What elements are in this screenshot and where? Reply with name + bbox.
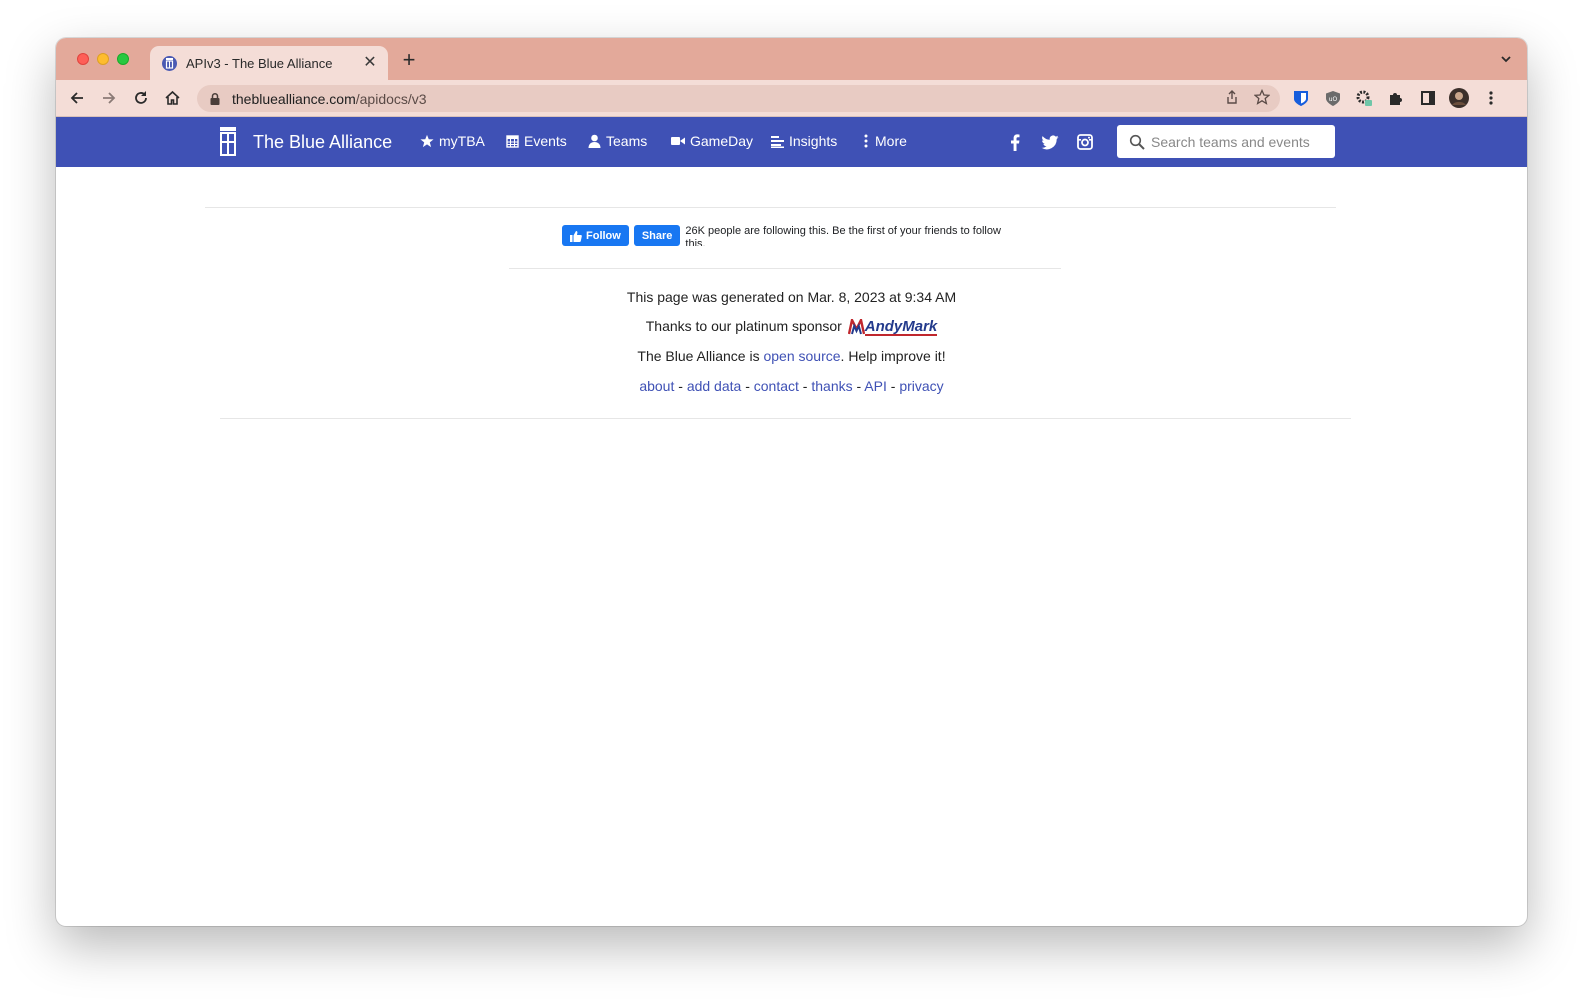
open-source-line: The Blue Alliance is open source. Help i…: [56, 348, 1527, 364]
back-button[interactable]: [67, 88, 87, 108]
footer-link-add-data[interactable]: add data: [687, 378, 742, 394]
thumbs-up-icon: [570, 230, 582, 242]
tab-strip: APIv3 - The Blue Alliance ✕ +: [56, 38, 1527, 80]
facebook-plugin: Follow Share 26K people are following th…: [562, 225, 1003, 246]
bars-icon: [771, 135, 784, 148]
footer-link-about[interactable]: about: [639, 378, 674, 394]
bookmark-star-icon[interactable]: [1254, 89, 1270, 105]
svg-text:uO: uO: [1329, 96, 1338, 103]
brand-title: The Blue Alliance: [253, 131, 393, 152]
new-tab-button[interactable]: +: [398, 49, 420, 71]
tba-logo-icon: [220, 127, 236, 156]
footer-link-thanks[interactable]: thanks: [811, 378, 852, 394]
browser-toolbar: thebluealliance.com/apidocs/v3 uO: [56, 80, 1527, 117]
site-navbar: The Blue Alliance myTBA Events Teams Gam…: [56, 117, 1527, 167]
reload-icon: [135, 91, 147, 104]
tab-close-icon[interactable]: ✕: [362, 55, 378, 71]
footer-separator: -: [798, 378, 812, 394]
ublock-extension-icon[interactable]: uO: [1323, 88, 1343, 108]
side-panel-icon[interactable]: [1418, 88, 1438, 108]
tab-title: APIv3 - The Blue Alliance: [186, 55, 333, 71]
footer-separator: -: [674, 378, 687, 394]
tab-search-chevron-icon[interactable]: [1499, 52, 1513, 66]
footer-link-privacy[interactable]: privacy: [899, 378, 943, 394]
nav-insights[interactable]: Insights: [771, 133, 837, 149]
gear-extension-icon[interactable]: [1354, 88, 1374, 108]
browser-tab-active[interactable]: APIv3 - The Blue Alliance ✕: [150, 46, 388, 80]
minimize-window-button[interactable]: [97, 53, 109, 65]
divider-bottom: [220, 418, 1351, 419]
browser-window: APIv3 - The Blue Alliance ✕ + theblueall…: [56, 38, 1527, 926]
star-icon: [420, 134, 434, 148]
nav-mytba-label: myTBA: [439, 133, 485, 149]
forward-arrow-icon: [103, 92, 116, 104]
sponsor-prefix: Thanks to our platinum sponsor: [645, 318, 842, 334]
search-input[interactable]: [1151, 133, 1331, 150]
andymark-logo-icon: [847, 319, 865, 335]
andymark-sponsor-link[interactable]: AndyMark: [847, 317, 938, 336]
divider-top: [205, 207, 1336, 208]
instagram-icon: [1077, 134, 1093, 150]
footer-separator: -: [852, 378, 865, 394]
twitter-link[interactable]: [1040, 132, 1060, 152]
facebook-link[interactable]: [1005, 132, 1025, 152]
profile-avatar[interactable]: [1449, 88, 1469, 108]
footer-separator: -: [886, 378, 900, 394]
zoom-window-button[interactable]: [117, 53, 129, 65]
footer-link-api[interactable]: API: [864, 378, 887, 394]
facebook-follow-button[interactable]: Follow: [562, 225, 629, 246]
instagram-link[interactable]: [1075, 132, 1095, 152]
open-source-prefix: The Blue Alliance is: [637, 348, 764, 364]
nav-teams[interactable]: Teams: [588, 133, 647, 149]
open-source-suffix: . Help improve it!: [840, 348, 946, 364]
search-icon: [1129, 134, 1145, 150]
share-icon[interactable]: [1224, 89, 1240, 105]
nav-gameday-label: GameDay: [690, 133, 754, 149]
user-icon: [588, 134, 601, 148]
facebook-follow-text: 26K people are following this. Be the fi…: [685, 225, 1001, 246]
video-icon: [671, 137, 685, 145]
nav-events[interactable]: Events: [506, 133, 567, 149]
divider-middle: [509, 268, 1061, 269]
open-source-link[interactable]: open source: [763, 348, 840, 364]
facebook-share-label: Share: [641, 229, 673, 242]
footer-links: about - add data - contact - thanks - AP…: [56, 378, 1527, 394]
nav-gameday[interactable]: GameDay: [671, 133, 753, 149]
footer-separator: -: [741, 378, 754, 394]
reload-button[interactable]: [131, 88, 151, 108]
lock-icon: [210, 92, 220, 105]
bitwarden-extension-icon[interactable]: [1291, 88, 1311, 108]
nav-events-label: Events: [524, 133, 567, 149]
close-window-button[interactable]: [77, 53, 89, 65]
nav-more-label: More: [875, 133, 907, 149]
andymark-name: AndyMark: [864, 317, 938, 336]
forward-button[interactable]: [99, 88, 119, 108]
nav-teams-label: Teams: [606, 133, 648, 149]
nav-mytba[interactable]: myTBA: [420, 133, 485, 149]
browser-menu-icon[interactable]: [1481, 88, 1501, 108]
home-button[interactable]: [162, 88, 182, 108]
puzzle-extensions-icon[interactable]: [1386, 88, 1406, 108]
back-arrow-icon: [70, 92, 83, 104]
sponsor-line: Thanks to our platinum sponsor AndyMark: [56, 318, 1527, 336]
twitter-icon: [1041, 134, 1059, 149]
home-icon: [164, 90, 180, 105]
calendar-icon: [506, 135, 519, 148]
brand-link[interactable]: The Blue Alliance: [218, 126, 392, 158]
url-text: thebluealliance.com/apidocs/v3: [232, 90, 427, 107]
vertical-ellipsis-icon: [864, 134, 868, 148]
facebook-follow-label: Follow: [586, 229, 621, 242]
search-box[interactable]: [1117, 125, 1335, 158]
nav-more[interactable]: More: [862, 133, 907, 149]
nav-insights-label: Insights: [789, 133, 838, 149]
generated-timestamp: This page was generated on Mar. 8, 2023 …: [626, 289, 957, 305]
address-bar[interactable]: thebluealliance.com/apidocs/v3: [197, 85, 1280, 112]
footer-link-contact[interactable]: contact: [754, 378, 799, 394]
tba-favicon-icon: [162, 55, 177, 71]
facebook-share-button[interactable]: Share: [633, 225, 681, 246]
facebook-icon: [1011, 133, 1020, 151]
